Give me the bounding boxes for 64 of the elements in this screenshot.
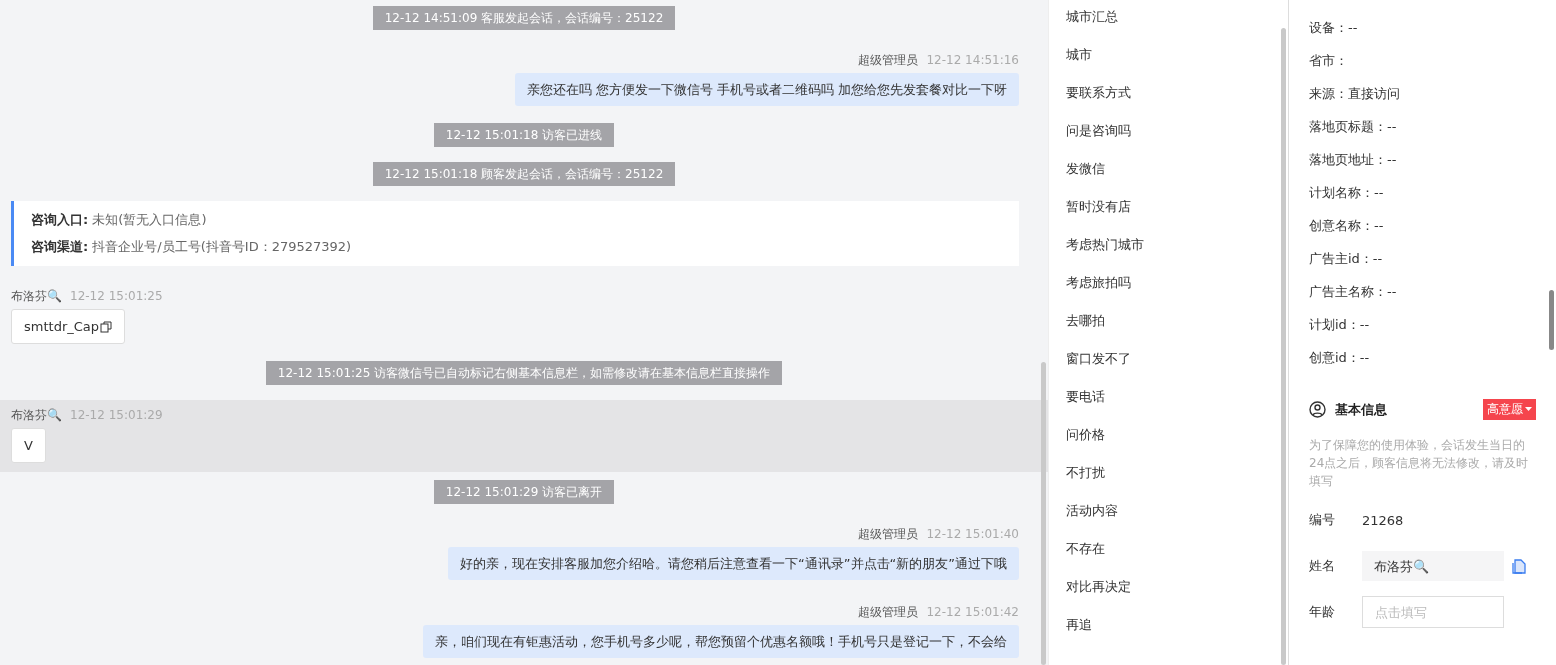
- system-notice: 12-12 15:01:29 访客已离开: [433, 480, 615, 504]
- field-label: 年龄: [1309, 603, 1336, 621]
- consult-info-line: 咨询渠道: 抖音企业号/员工号(抖音号ID：279527392): [31, 238, 353, 256]
- quick-reply-item[interactable]: 对比再决定: [1066, 575, 1288, 613]
- quick-reply-item[interactable]: 活动内容: [1066, 499, 1288, 537]
- quick-reply-item[interactable]: 暂时没有店: [1066, 195, 1288, 233]
- sender-name: 超级管理员: [858, 527, 919, 541]
- visitor-detail: 落地页地址：--: [1309, 151, 1398, 169]
- message-bubble: 亲您还在吗 您方便发一下微信号 手机号或者二维码吗 加您给您先发套餐对比一下呀: [514, 73, 1019, 106]
- quick-reply-item[interactable]: 发微信: [1066, 157, 1288, 195]
- quick-reply-item[interactable]: 不打扰: [1066, 461, 1288, 499]
- quick-reply-item[interactable]: 要联系方式: [1066, 81, 1288, 119]
- message-time: 12-12 15:01:29: [70, 408, 163, 422]
- quick-reply-item[interactable]: 窗口发不了: [1066, 347, 1288, 385]
- message-time: 12-12 15:01:40: [926, 527, 1019, 541]
- quick-reply-item[interactable]: 考虑热门城市: [1066, 233, 1288, 271]
- section-title: 基本信息: [1335, 400, 1387, 419]
- system-notice: 12-12 15:01:18 顾客发起会话，会话编号：25122: [372, 162, 676, 186]
- system-notice: 12-12 14:51:09 客服发起会话，会话编号：25122: [372, 6, 676, 30]
- visitor-detail: 广告主id：--: [1309, 250, 1384, 268]
- user-circle-icon: [1309, 401, 1326, 418]
- field-value: 21268: [1362, 512, 1404, 528]
- visitor-detail: 计划id：--: [1309, 316, 1371, 334]
- message-bubble: V: [11, 428, 46, 463]
- visitor-detail: 广告主名称：--: [1309, 283, 1398, 301]
- message-row[interactable]: 布洛芬🔍 12-12 15:01:29 V: [0, 400, 1048, 472]
- message-time: 12-12 14:51:16: [926, 53, 1019, 67]
- visitor-detail: 创意名称：--: [1309, 217, 1385, 235]
- visitor-detail: 设备：--: [1309, 19, 1359, 37]
- notice-text: 为了保障您的使用体验，会话发生当日的24点之后，顾客信息将无法修改，请及时填写: [1309, 437, 1530, 490]
- consult-info-line: 咨询入口: 未知(暂无入口信息): [31, 211, 208, 229]
- message-time: 12-12 15:01:42: [926, 605, 1019, 619]
- quick-reply-item[interactable]: 要电话: [1066, 385, 1288, 423]
- message-time: 12-12 15:01:25: [70, 289, 163, 303]
- system-notice: 12-12 15:01:25 访客微信号已自动标记右侧基本信息栏，如需修改请在基本信息栏直接操作: [265, 361, 783, 385]
- visitor-detail: 计划名称：--: [1309, 184, 1385, 202]
- quick-reply-item[interactable]: 城市汇总: [1066, 5, 1288, 43]
- message-bubble: 好的亲，现在安排客服加您介绍哈。请您稍后注意查看一下“通讯录”并点击“新的朋友”通过下哦: [448, 547, 1019, 580]
- field-label: 编号: [1309, 511, 1336, 529]
- quick-reply-item[interactable]: 考虑旅拍吗: [1066, 271, 1288, 309]
- visitor-detail: 来源：直接访问: [1309, 85, 1401, 103]
- quick-reply-item[interactable]: 城市: [1066, 43, 1288, 81]
- message-bubble: 亲，咱们现在有钜惠活动，您手机号多少呢，帮您预留个优惠名额哦！手机号只是登记一下，不会给: [423, 625, 1019, 658]
- sender-name: 超级管理员: [858, 53, 919, 67]
- visitor-detail: 省市：: [1309, 52, 1349, 70]
- name-field[interactable]: 布洛芬🔍: [1362, 551, 1504, 581]
- quick-reply-item[interactable]: 问是咨询吗: [1066, 119, 1288, 157]
- visitor-detail: 落地页标题：--: [1309, 118, 1398, 136]
- field-label: 姓名: [1309, 557, 1336, 575]
- copy-icon[interactable]: [100, 320, 113, 333]
- quick-reply-item[interactable]: 再追: [1066, 613, 1288, 651]
- sender-name: 超级管理员: [858, 605, 919, 619]
- quick-reply-item[interactable]: 不存在: [1066, 537, 1288, 575]
- sender-name: 布洛芬🔍: [11, 289, 62, 303]
- intent-tag-dropdown[interactable]: 高意愿: [1483, 399, 1536, 420]
- copy-icon[interactable]: [1512, 558, 1526, 574]
- caret-icon: [1525, 407, 1532, 412]
- sender-name: 布洛芬🔍: [11, 408, 62, 422]
- quick-reply-item[interactable]: 去哪拍: [1066, 309, 1288, 347]
- message-bubble: smttdr_Cap: [11, 309, 126, 344]
- quick-reply-item[interactable]: 问价格: [1066, 423, 1288, 461]
- system-notice: 12-12 15:01:18 访客已进线: [433, 123, 615, 147]
- visitor-detail: 创意id：--: [1309, 349, 1371, 367]
- age-input[interactable]: 点击填写: [1362, 596, 1504, 628]
